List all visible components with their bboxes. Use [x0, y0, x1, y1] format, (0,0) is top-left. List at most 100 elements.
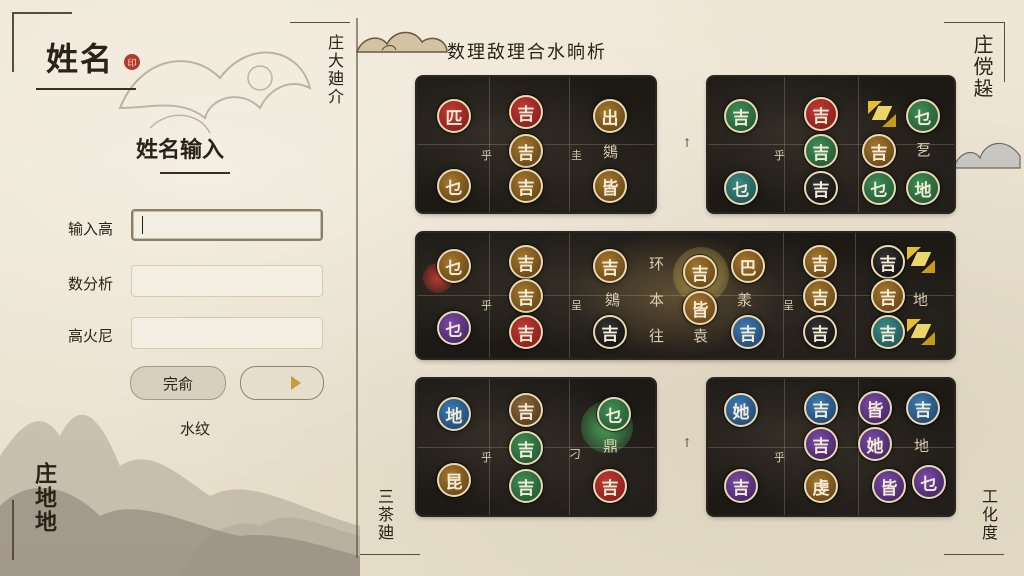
board-5[interactable]: 她 吉 皆 吉 吉 她 吉 虔 皆 乜 乎 地 [708, 379, 954, 515]
token[interactable]: 吉 [871, 315, 905, 349]
input-heading: 姓名输入 [136, 137, 225, 163]
board-char: 乎 [481, 451, 492, 464]
board-char: 地 [914, 437, 930, 455]
token[interactable]: 吉 [724, 99, 758, 133]
token[interactable]: 虔 [804, 469, 838, 503]
vertical-label-bottom-left: 庄地地 [31, 462, 57, 534]
token[interactable]: 吉 [804, 134, 838, 168]
board-char: 乎 [774, 149, 785, 162]
board-char: 刁 [569, 447, 582, 461]
board-char: 乎 [481, 149, 492, 162]
token[interactable]: 吉 [593, 315, 627, 349]
gem-icon[interactable] [868, 101, 896, 127]
token[interactable]: 吉 [593, 249, 627, 283]
grid-line [858, 77, 859, 212]
token[interactable]: 她 [858, 427, 892, 461]
token[interactable]: 乜 [862, 171, 896, 205]
token[interactable]: 吉 [509, 431, 543, 465]
token[interactable]: 乜 [906, 99, 940, 133]
token[interactable]: 吉 [509, 315, 543, 349]
board-3[interactable]: 乜 吉 吉 吉 乜 吉 吉 吉 皆 巴 吉 吉 吉 吉 吉 吉 吉 乎 呈 鵕 … [417, 233, 954, 358]
token[interactable]: 皆 [872, 469, 906, 503]
token[interactable]: 乜 [437, 169, 471, 203]
token[interactable]: 吉 [593, 469, 627, 503]
token[interactable]: 巴 [731, 249, 765, 283]
token[interactable]: 吉 [906, 391, 940, 425]
vertical-label-bottom-mid: 三茶廸 [375, 488, 394, 542]
panel-divider [356, 18, 358, 558]
gem-icon[interactable] [907, 319, 935, 345]
token[interactable]: 吉 [683, 255, 717, 289]
token[interactable]: 吉 [803, 245, 837, 279]
token[interactable]: 吉 [804, 391, 838, 425]
board-char: 乭 [916, 141, 932, 159]
vertical-label-top-right: 庄傥趓 [970, 34, 994, 100]
frame-corner [944, 554, 1004, 555]
frame-corner [12, 12, 72, 14]
name-input[interactable] [131, 209, 323, 241]
token[interactable]: 吉 [804, 427, 838, 461]
grid-line [784, 77, 785, 212]
token[interactable]: 吉 [871, 245, 905, 279]
board-char: 鵕 [605, 291, 621, 309]
analysis-input[interactable] [131, 265, 323, 297]
token[interactable]: 吉 [509, 469, 543, 503]
gem-icon[interactable] [907, 247, 935, 273]
token[interactable]: 吉 [509, 279, 543, 313]
board-char: 本 [649, 291, 665, 309]
token[interactable]: 吉 [804, 97, 838, 131]
board-char: 呈 [571, 299, 582, 312]
token[interactable]: 乜 [912, 465, 946, 499]
token[interactable]: 吉 [509, 169, 543, 203]
board-2[interactable]: 吉 吉 乜 吉 吉 乜 吉 乜 地 乎 乭 [708, 77, 954, 212]
token[interactable]: 皆 [858, 391, 892, 425]
grid-line [489, 233, 490, 358]
field-label-3: 高火尼 [68, 327, 114, 345]
grid-line [569, 233, 570, 358]
water-pattern-link[interactable]: 水纹 [180, 418, 210, 439]
element-input[interactable] [131, 317, 323, 349]
token[interactable]: 吉 [509, 393, 543, 427]
token[interactable]: 乜 [597, 397, 631, 431]
arrow-up-icon: ↑ [682, 136, 693, 150]
board-char: 鼎 [603, 437, 619, 455]
arrow-up-icon: ↑ [682, 436, 693, 450]
token[interactable]: 地 [906, 171, 940, 205]
field-label-2: 数分析 [68, 275, 114, 293]
next-button[interactable] [240, 366, 324, 400]
board-char: 地 [913, 291, 929, 309]
token[interactable]: 吉 [509, 95, 543, 129]
token[interactable]: 匹 [437, 99, 471, 133]
token[interactable]: 吉 [724, 469, 758, 503]
token[interactable]: 吉 [509, 245, 543, 279]
grid-line [784, 379, 785, 515]
cloud-icon [953, 142, 1021, 169]
token[interactable]: 皆 [683, 291, 717, 325]
token[interactable]: 乜 [437, 249, 471, 283]
token[interactable]: 皆 [593, 169, 627, 203]
token[interactable]: 吉 [871, 279, 905, 313]
token[interactable]: 吉 [803, 315, 837, 349]
frame-corner [944, 22, 1004, 23]
confirm-button[interactable]: 完俞 [130, 366, 226, 400]
token[interactable]: 乜 [437, 311, 471, 345]
board-char: 环 [649, 255, 665, 273]
token[interactable]: 吉 [804, 171, 838, 205]
board-4[interactable]: 地 吉 乜 吉 昆 吉 吉 乎 刁 鼎 [417, 379, 655, 515]
grid-line [489, 379, 490, 515]
board-char: 羕 [737, 291, 753, 309]
token[interactable]: 昆 [437, 463, 471, 497]
board-char: 呈 [783, 299, 794, 312]
token[interactable]: 吉 [862, 134, 896, 168]
frame-corner [12, 500, 14, 560]
token[interactable]: 吉 [731, 315, 765, 349]
token[interactable]: 吉 [509, 134, 543, 168]
token[interactable]: 吉 [803, 279, 837, 313]
title-underline [36, 88, 136, 90]
heading-ornament [160, 172, 230, 174]
token[interactable]: 出 [593, 99, 627, 133]
token[interactable]: 乜 [724, 171, 758, 205]
token[interactable]: 她 [724, 393, 758, 427]
token[interactable]: 地 [437, 397, 471, 431]
board-1[interactable]: 匹 吉 出 吉 吉 乜 皆 乎 圭 鵕 [417, 77, 655, 212]
